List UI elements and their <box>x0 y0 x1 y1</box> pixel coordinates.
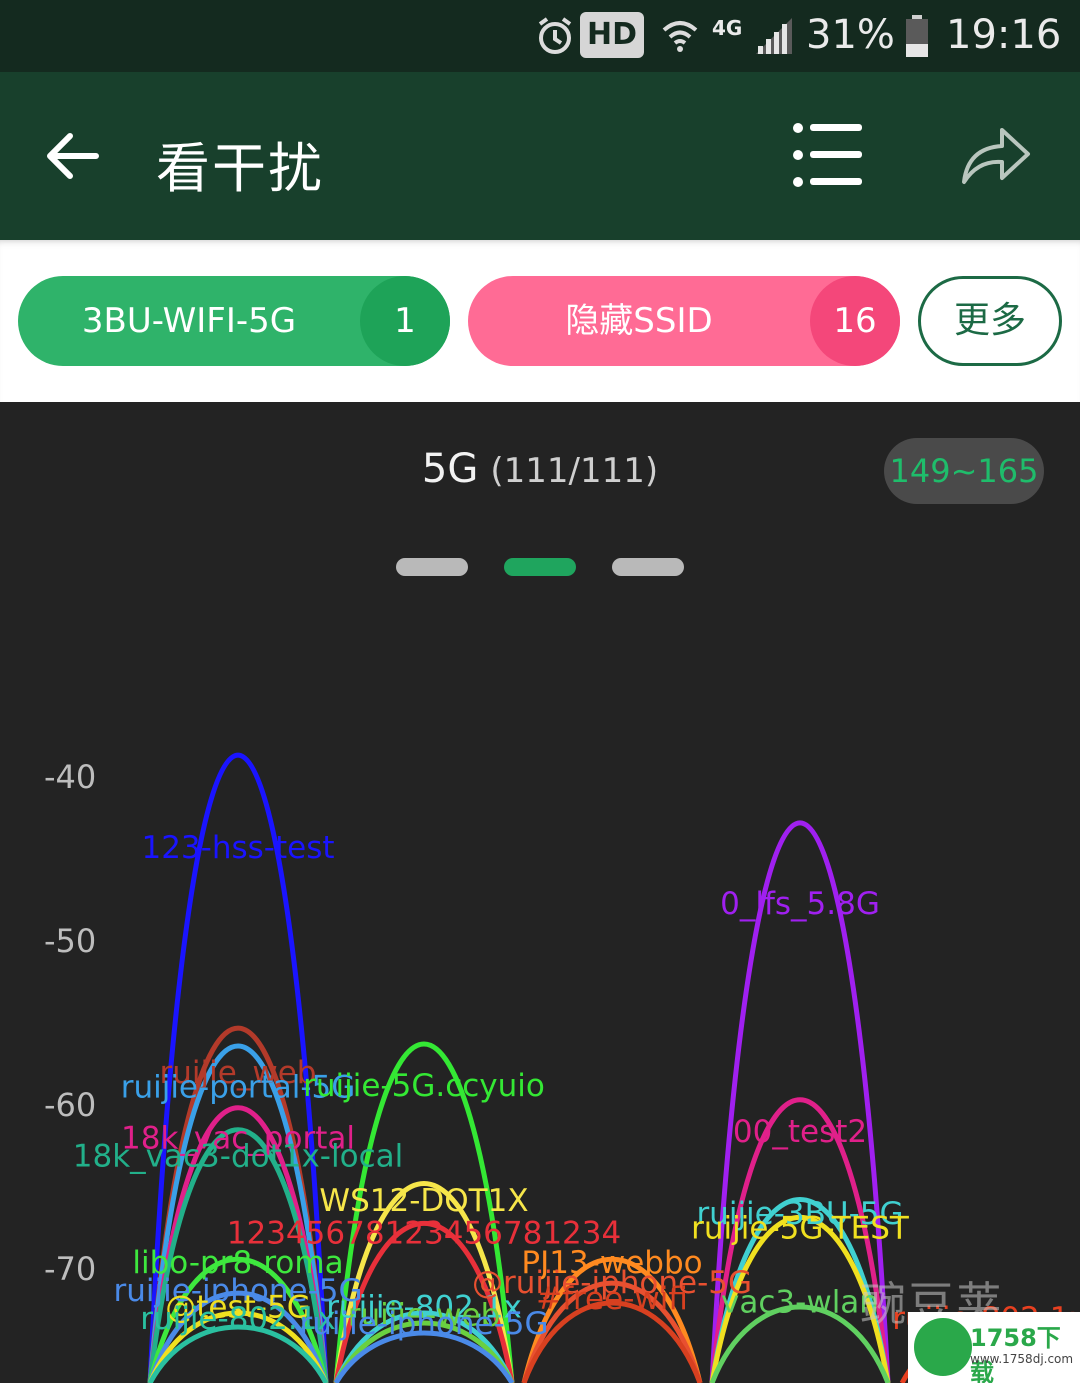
logo-icon <box>914 1318 972 1376</box>
filter-bar: 3BU-WIFI-5G 1 隐藏SSID 16 更多 <box>0 240 1080 402</box>
site-logo: 1758下载 www.1758dj.com <box>908 1312 1080 1383</box>
clock-time: 19:16 <box>946 12 1062 58</box>
ssid-chip-count: 1 <box>360 276 450 366</box>
channel-chart-panel: 5G (111/111) 149~165 -40 -50 -60 -70 123-… <box>0 402 1080 1383</box>
page-title: 看干扰 <box>156 137 324 200</box>
network-type-label: 4G <box>712 16 743 40</box>
ssid-chip-label: 3BU-WIFI-5G <box>81 301 297 341</box>
alarm-icon <box>536 16 574 60</box>
ssid-label: 18k_vac3-dot1x-local <box>73 1139 403 1175</box>
app-bar: 看干扰 <box>0 72 1080 240</box>
battery-icon <box>904 14 930 62</box>
ssid-label: #free-wifi <box>536 1281 688 1317</box>
ssid-label: 00_test2 <box>733 1114 867 1150</box>
hidden-ssid-chip[interactable]: 隐藏SSID 16 <box>468 276 900 366</box>
ssid-label: ruijie-5G.ccyuio <box>303 1068 545 1104</box>
ssid-label: 123-hss-test <box>141 830 334 866</box>
hidden-ssid-label: 隐藏SSID <box>565 301 713 341</box>
signal-curves-plot: 123-hss-testruijie_webruijie-portal-5G18… <box>73 752 1080 1383</box>
battery-percent: 31% <box>806 12 895 58</box>
back-arrow-icon[interactable] <box>44 130 100 186</box>
ssid-label: WS12-DOT1X <box>319 1183 528 1219</box>
hidden-ssid-count: 16 <box>810 276 900 366</box>
logo-url: www.1758dj.com <box>970 1352 1074 1366</box>
list-menu-icon[interactable] <box>792 122 864 192</box>
hd-badge: HD <box>580 12 644 58</box>
signal-icon <box>754 14 794 60</box>
logo-text: 1758下载 <box>970 1324 1061 1383</box>
ssid-filter-chip[interactable]: 3BU-WIFI-5G 1 <box>18 276 450 366</box>
share-icon[interactable] <box>960 124 1032 190</box>
ssid-label: ruijie-iphone-5G <box>299 1306 548 1342</box>
wifi-icon <box>660 16 700 60</box>
ssid-label: vac3-wlan <box>721 1284 879 1320</box>
ssid-label: ruijie-5G-TEST <box>691 1211 910 1247</box>
ssid-label: 0_lfs_5.8G <box>720 886 880 922</box>
status-bar: HD 4G 31% 19:16 <box>0 0 1080 72</box>
more-button[interactable]: 更多 <box>918 276 1062 366</box>
